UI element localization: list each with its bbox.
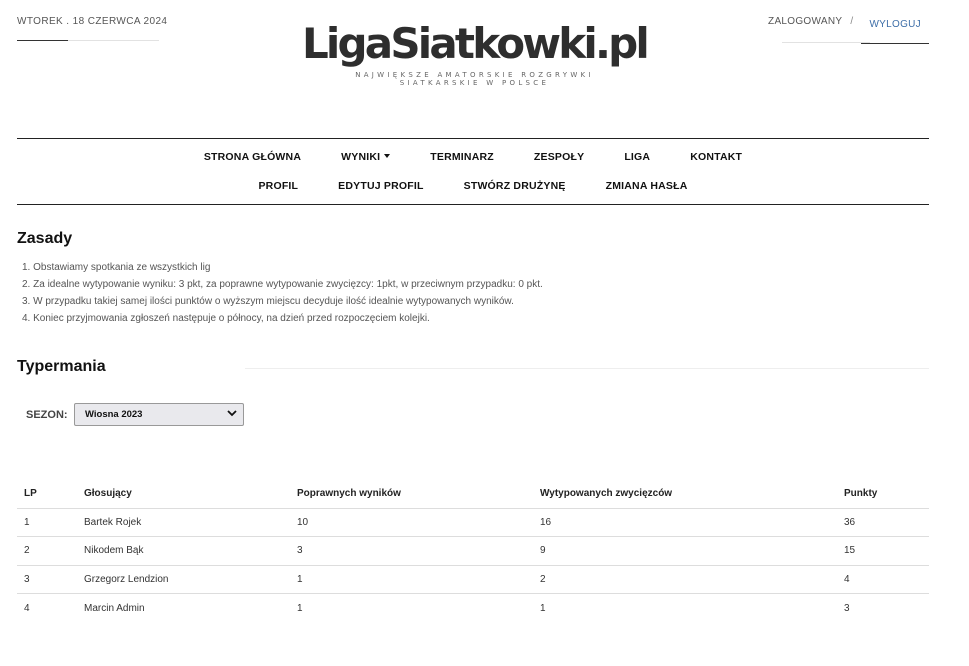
cell-lp: 4 bbox=[24, 602, 30, 614]
cell-voter: Marcin Admin bbox=[84, 602, 145, 614]
cell-correct: 10 bbox=[290, 508, 533, 537]
rules-item: 1. Obstawiamy spotkania ze wszystkich li… bbox=[22, 262, 211, 273]
cell-correct: 1 bbox=[297, 602, 303, 614]
logged-in-label: ZALOGOWANY bbox=[768, 16, 843, 27]
nav-row-2: PROFIL EDYTUJ PROFIL STWÓRZ DRUŻYNĘ ZMIA… bbox=[17, 180, 929, 192]
cell-voter: Nikodem Bąk bbox=[77, 536, 290, 566]
season-label: SEZON: bbox=[26, 409, 68, 421]
table-row: 2 Nikodem Bąk 3 9 15 bbox=[17, 536, 929, 566]
rules-title: Zasady bbox=[17, 230, 73, 247]
season-selected-value: Wiosna 2023 bbox=[85, 409, 143, 420]
cell-points: 3 bbox=[844, 602, 850, 614]
auth-area: ZALOGOWANY / WYLOGUJ bbox=[768, 16, 929, 44]
cell-voter: Grzegorz Lendzion bbox=[77, 565, 290, 594]
table-row: 3 Grzegorz Lendzion 1 2 4 bbox=[17, 565, 929, 594]
typermania-title: Typermania bbox=[17, 358, 106, 375]
col-header-winners: Wytypowanych zwycięzców bbox=[533, 479, 837, 509]
cell-lp: 3 bbox=[17, 565, 77, 594]
nav-item-results-label: WYNIKI bbox=[341, 151, 381, 163]
section-divider bbox=[245, 368, 929, 369]
nav-item-profile[interactable]: PROFIL bbox=[238, 180, 318, 192]
rules-item: 4. Koniec przyjmowania zgłoszeń następuj… bbox=[22, 313, 430, 324]
col-header-voter: Głosujący bbox=[77, 479, 290, 509]
cell-points: 36 bbox=[837, 508, 929, 537]
table-row: 4 Marcin Admin 1 1 3 bbox=[17, 594, 929, 623]
nav-item-create-team[interactable]: STWÓRZ DRUŻYNĘ bbox=[444, 180, 586, 192]
ranking-table: LP Głosujący Poprawnych wyników Wytypowa… bbox=[17, 479, 929, 622]
col-header-correct-results: Poprawnych wyników bbox=[290, 479, 533, 509]
nav-item-change-password[interactable]: ZMIANA HASŁA bbox=[586, 180, 708, 192]
table-row: 1 Bartek Rojek 10 16 36 bbox=[17, 508, 929, 537]
cell-points: 4 bbox=[837, 565, 929, 594]
nav-item-home[interactable]: STRONA GŁÓWNA bbox=[184, 151, 321, 163]
chevron-down-icon bbox=[227, 409, 237, 420]
cell-winners: 1 bbox=[540, 602, 546, 614]
rules-item: 3. W przypadku takiej samej ilości punkt… bbox=[22, 296, 514, 307]
table-header-row: LP Głosujący Poprawnych wyników Wytypowa… bbox=[17, 479, 929, 509]
tagline-line-2: SIATKARSKIE W POLSCE bbox=[399, 79, 550, 87]
logo-text[interactable]: LigaSiatkowki.pl bbox=[302, 16, 650, 72]
cell-correct: 1 bbox=[290, 565, 533, 594]
cell-lp: 1 bbox=[17, 508, 77, 537]
cell-voter: Bartek Rojek bbox=[77, 508, 290, 537]
logout-link[interactable]: WYLOGUJ bbox=[861, 19, 929, 44]
cell-lp: 2 bbox=[17, 536, 77, 566]
rules-list: 1. Obstawiamy spotkania ze wszystkich li… bbox=[22, 259, 543, 327]
cell-points: 15 bbox=[837, 536, 929, 566]
nav-item-teams[interactable]: ZESPOŁY bbox=[514, 151, 604, 163]
nav-item-contact[interactable]: KONTAKT bbox=[670, 151, 762, 163]
col-header-points: Punkty bbox=[837, 479, 929, 509]
col-header-lp: LP bbox=[17, 479, 77, 509]
cell-winners: 2 bbox=[533, 565, 837, 594]
nav-item-results[interactable]: WYNIKI bbox=[321, 151, 410, 163]
season-select[interactable]: Wiosna 2023 bbox=[74, 403, 244, 426]
cell-correct: 3 bbox=[290, 536, 533, 566]
nav-item-league[interactable]: LIGA bbox=[604, 151, 670, 163]
auth-separator: / bbox=[850, 16, 854, 27]
nav-item-edit-profile[interactable]: EDYTUJ PROFIL bbox=[318, 180, 443, 192]
nav-item-schedule[interactable]: TERMINARZ bbox=[410, 151, 514, 163]
caret-down-icon bbox=[384, 154, 391, 159]
main-nav: STRONA GŁÓWNA WYNIKI TERMINARZ ZESPOŁY L… bbox=[17, 138, 929, 205]
rules-item: 2. Za idealne wytypowanie wyniku: 3 pkt,… bbox=[22, 279, 543, 290]
auth-underline bbox=[782, 42, 870, 43]
cell-winners: 16 bbox=[533, 508, 837, 537]
nav-row-1: STRONA GŁÓWNA WYNIKI TERMINARZ ZESPOŁY L… bbox=[17, 151, 929, 163]
cell-winners: 9 bbox=[533, 536, 837, 566]
